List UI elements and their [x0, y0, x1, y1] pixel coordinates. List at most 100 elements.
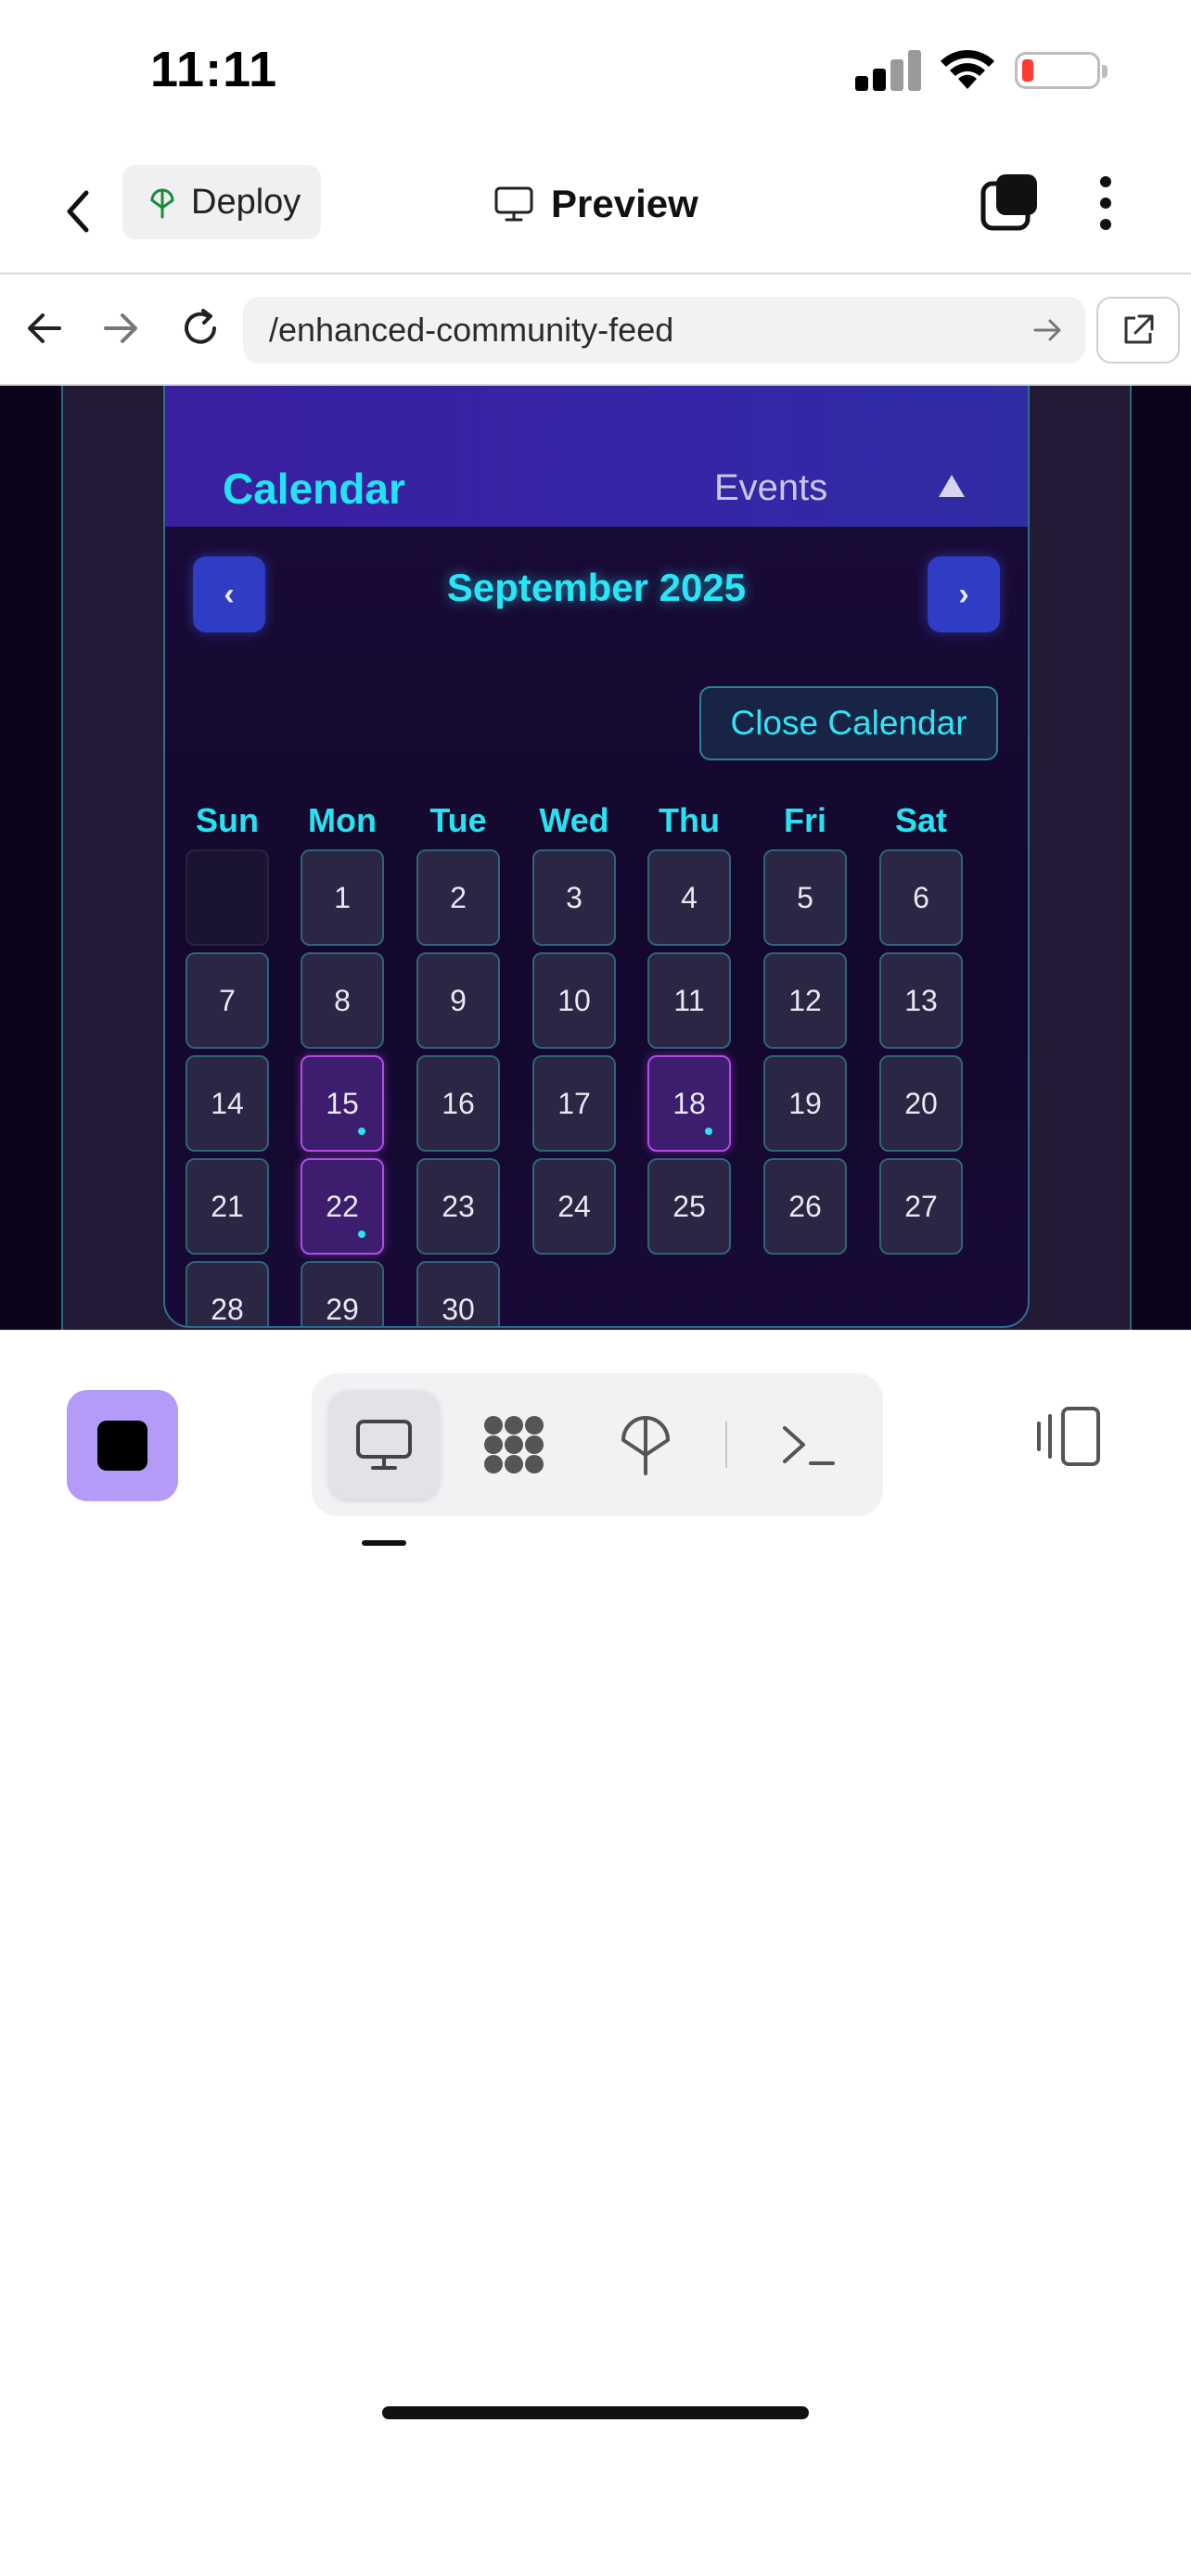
reload-button[interactable]: [173, 300, 228, 356]
calendar-header[interactable]: Calendar Events: [165, 386, 1028, 527]
terminal-icon: [783, 1426, 835, 1465]
calendar-day-number: 26: [788, 1189, 822, 1223]
calendar-header-title: Calendar: [223, 465, 405, 513]
calendar-day-number: 21: [211, 1189, 244, 1223]
canvas-view-button[interactable]: [458, 1390, 570, 1499]
calendar-day-event[interactable]: 22: [301, 1158, 384, 1255]
calendar-day[interactable]: 13: [879, 952, 963, 1049]
calendar-day[interactable]: 7: [186, 952, 269, 1049]
reload-icon: [185, 309, 216, 344]
calendar-day[interactable]: 8: [301, 952, 384, 1049]
weekday-label: Sun: [196, 801, 259, 839]
cellular-signal-icon: [855, 48, 922, 91]
calendar-day-number: 23: [442, 1189, 475, 1223]
collapse-caret-icon[interactable]: [939, 475, 965, 497]
calendar-day-number: 27: [904, 1189, 938, 1223]
calendar-day[interactable]: 29: [301, 1261, 384, 1326]
calendar-day[interactable]: 2: [416, 849, 500, 946]
deploy-view-button[interactable]: [590, 1390, 701, 1499]
go-arrow-icon[interactable]: [1031, 313, 1065, 347]
view-switcher: [312, 1373, 883, 1516]
calendar-day[interactable]: 3: [532, 849, 616, 946]
weekday-label: Mon: [308, 801, 377, 839]
calendar-day-number: 15: [326, 1086, 359, 1120]
calendar-day-event[interactable]: 15: [301, 1055, 384, 1152]
calendar-day-number: 24: [557, 1189, 591, 1223]
calendar-day[interactable]: 16: [416, 1055, 500, 1152]
tabs-icon[interactable]: [980, 171, 1041, 232]
calendar-day[interactable]: 23: [416, 1158, 500, 1255]
calendar-day-number: 9: [450, 983, 467, 1017]
app-bar: Deploy Preview: [0, 148, 1191, 273]
next-month-button[interactable]: ›: [928, 556, 1000, 632]
url-text: /enhanced-community-feed: [269, 311, 674, 349]
workflow-icon: [484, 1416, 544, 1473]
calendar-day[interactable]: 12: [763, 952, 847, 1049]
console-view-button[interactable]: [753, 1390, 864, 1499]
status-bar: 11:11: [0, 0, 1191, 148]
arrow-right-icon: [104, 313, 137, 343]
calendar-day-number: 22: [326, 1189, 359, 1223]
calendar-day[interactable]: 30: [416, 1261, 500, 1326]
calendar-day[interactable]: 21: [186, 1158, 269, 1255]
home-indicator: [382, 2406, 809, 2419]
calendar-day[interactable]: 26: [763, 1158, 847, 1255]
calendar-day[interactable]: 10: [532, 952, 616, 1049]
calendar-day[interactable]: 28: [186, 1261, 269, 1326]
calendar-day-number: 20: [904, 1086, 938, 1120]
calendar-day[interactable]: 9: [416, 952, 500, 1049]
calendar-day-number: 30: [442, 1292, 475, 1326]
device-layout-icon[interactable]: [1031, 1399, 1106, 1473]
calendar-header-subtitle: Events: [714, 467, 828, 508]
calendar-day-number: 8: [334, 983, 351, 1017]
events-calendar: Calendar Events ‹ September 2025 › Close…: [163, 386, 1030, 1328]
calendar-day-number: 29: [326, 1292, 359, 1326]
monitor-icon: [494, 186, 533, 222]
stop-button[interactable]: [67, 1390, 178, 1501]
web-viewport[interactable]: Calendar Events ‹ September 2025 › Close…: [0, 386, 1191, 1330]
browser-forward-button[interactable]: [93, 300, 148, 356]
calendar-day-number: 17: [557, 1086, 591, 1120]
calendar-day-number: 28: [211, 1292, 244, 1326]
weekday-label: Fri: [783, 801, 826, 839]
calendar-day[interactable]: 19: [763, 1055, 847, 1152]
url-bar: /enhanced-community-feed: [0, 273, 1191, 386]
close-calendar-button[interactable]: Close Calendar: [699, 686, 998, 760]
calendar-day-number: 19: [788, 1086, 822, 1120]
calendar-day[interactable]: 25: [647, 1158, 731, 1255]
arrow-left-icon: [28, 313, 61, 343]
calendar-day-empty: [186, 849, 269, 946]
url-input[interactable]: /enhanced-community-feed: [243, 297, 1085, 363]
calendar-day[interactable]: 17: [532, 1055, 616, 1152]
status-time: 11:11: [150, 42, 278, 97]
deploy-button[interactable]: Deploy: [122, 165, 321, 239]
more-options-button[interactable]: [1083, 171, 1128, 236]
back-button[interactable]: [52, 174, 104, 249]
calendar-day-number: 25: [672, 1189, 706, 1223]
calendar-day-number: 3: [566, 880, 583, 914]
calendar-day[interactable]: 11: [647, 952, 731, 1049]
browser-back-button[interactable]: [17, 300, 72, 356]
calendar-day[interactable]: 6: [879, 849, 963, 946]
weekday-label: Tue: [429, 801, 487, 839]
calendar-day[interactable]: 20: [879, 1055, 963, 1152]
calendar-day-number: 6: [913, 880, 929, 914]
wifi-icon: [941, 49, 994, 89]
deploy-icon: [150, 188, 174, 219]
calendar-day-number: 11: [673, 983, 705, 1017]
calendar-day[interactable]: 14: [186, 1055, 269, 1152]
event-dot-icon: [358, 1231, 365, 1238]
weekday-label: Sat: [894, 801, 948, 839]
monitor-icon: [356, 1420, 412, 1470]
preview-view-button[interactable]: [328, 1390, 440, 1499]
active-view-indicator: [362, 1540, 406, 1546]
calendar-day-event[interactable]: 18: [647, 1055, 731, 1152]
calendar-day[interactable]: 4: [647, 849, 731, 946]
open-external-button[interactable]: [1096, 297, 1180, 363]
calendar-day[interactable]: 24: [532, 1158, 616, 1255]
calendar-day-number: 13: [904, 983, 938, 1017]
calendar-day[interactable]: 27: [879, 1158, 963, 1255]
calendar-day[interactable]: 5: [763, 849, 847, 946]
external-link-icon: [1124, 314, 1154, 344]
calendar-day[interactable]: 1: [301, 849, 384, 946]
